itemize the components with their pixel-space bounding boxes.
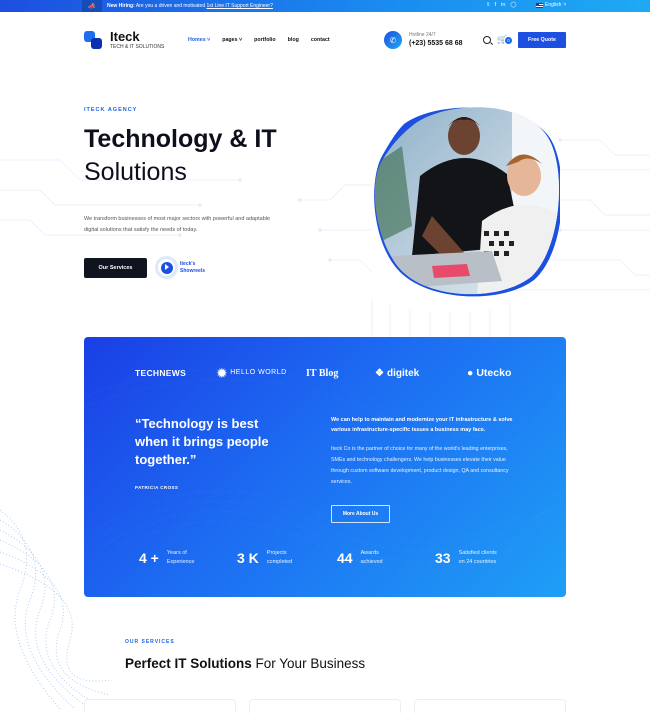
showreel-link[interactable]: Iteck's Showreels [180, 261, 220, 275]
stat-clients: 33 Satisfied clients on 24 countries [435, 549, 497, 567]
chevron-down-icon: ˅ [563, 2, 567, 8]
more-about-us-button[interactable]: More About Us [331, 505, 390, 523]
testimonial-quote: “Technology is best when it brings peopl… [135, 416, 269, 467]
hiring-label: New Hiring: [107, 3, 135, 9]
hiring-link[interactable]: 1st Line IT Support Engineer? [207, 3, 273, 9]
hero-title: Technology & IT [84, 125, 277, 153]
services-title: Perfect IT Solutions For Your Business [125, 656, 366, 671]
about-body: Iteck Co is the partner of choice for ma… [331, 446, 509, 485]
instagram-icon[interactable]: ◯ [510, 2, 516, 8]
showreel-line1: Iteck's [180, 261, 196, 267]
language-label: English [545, 2, 562, 8]
partner-logo-utecko[interactable]: ● Utecko [467, 365, 511, 381]
stat-label: Awards achieved [360, 550, 383, 565]
facebook-icon[interactable]: f [495, 2, 497, 8]
hotline-number[interactable]: (+23) 5535 68 68 [409, 40, 463, 47]
hiring-text: Are you a driven and motivated [135, 3, 206, 9]
about-card: TECHNEWS ✹ HELLO WORLD IT Blog ❖ digitek ●… [84, 337, 566, 597]
stat-years: 4 + Years of Experience [139, 549, 194, 567]
stat-number: 3 K [237, 550, 259, 566]
stat-number: 33 [435, 550, 451, 566]
language-selector[interactable]: English ˅ [536, 2, 566, 8]
sun-icon: ✹ [216, 365, 229, 381]
stat-number: 4 + [139, 550, 159, 566]
top-bar: 📣 New Hiring: Are you a driven and motiv… [0, 0, 650, 12]
partner-logos: TECHNEWS ✹ HELLO WORLD IT Blog ❖ digitek ●… [84, 365, 566, 385]
phone-icon[interactable]: ✆ [384, 31, 402, 49]
nav-item-homes[interactable]: Homes ˅ [188, 37, 210, 43]
free-quote-button[interactable]: Free Quote [518, 32, 566, 48]
digitek-mark-icon: ❖ [375, 367, 384, 379]
hero-team-photo [374, 107, 560, 297]
twitter-icon[interactable]: 𝕥 [487, 2, 490, 8]
quote-author: PATRICIA CROSS [135, 485, 179, 490]
hero-description: We transform businesses of most major se… [84, 216, 271, 233]
nav-item-portfolio[interactable]: portfolio [254, 37, 275, 43]
stat-label: Years of Experience [166, 550, 195, 565]
dotted-wave-decoration [0, 509, 110, 709]
partner-logo-itblog[interactable]: IT Blog [306, 365, 338, 381]
social-links: 𝕥 f in ◯ [487, 2, 517, 8]
stat-projects: 3 K Projects completed [237, 549, 292, 567]
logo-name[interactable]: Iteck [110, 29, 140, 44]
stat-number: 44 [337, 550, 353, 566]
stat-awards: 44 Awards achieved [337, 549, 383, 567]
cart-count-badge: 0 [505, 37, 512, 44]
nav-item-blog[interactable]: blog [288, 37, 299, 43]
play-icon[interactable] [158, 259, 175, 276]
service-card[interactable] [249, 699, 401, 713]
service-card[interactable] [84, 699, 236, 713]
megaphone-icon: 📣 [82, 0, 102, 12]
partner-logo-technews[interactable]: TECHNEWS [135, 365, 186, 381]
showreel-line2: Showreels [180, 268, 206, 274]
us-flag-icon [536, 2, 543, 8]
services-eyebrow: OUR SERVICES [125, 639, 175, 645]
stat-label: Satisfied clients on 24 countries [458, 550, 497, 565]
main-nav: Homes ˅ pages ˅ portfolio blog contact [188, 37, 330, 43]
search-icon[interactable] [483, 36, 491, 44]
hero-eyebrow: ITECK AGENCY [84, 107, 138, 113]
about-lead: We can help to maintain and modernize yo… [331, 417, 513, 433]
logo-icon[interactable] [84, 31, 102, 49]
service-card[interactable] [414, 699, 566, 713]
our-services-button[interactable]: Our Services [84, 258, 147, 278]
nav-item-pages[interactable]: pages ˅ [222, 37, 242, 43]
linkedin-icon[interactable]: in [501, 2, 505, 8]
partner-logo-digitek[interactable]: ❖ digitek [375, 365, 419, 381]
utecko-mark-icon: ● [467, 367, 474, 379]
logo-tagline: TECH & IT SOLUTIONS [110, 44, 165, 50]
partner-logo-helloworld[interactable]: ✹ HELLO WORLD [216, 365, 286, 381]
hero-subtitle: Solutions [84, 158, 187, 186]
hiring-notice: New Hiring: Are you a driven and motivat… [107, 3, 273, 9]
nav-item-contact[interactable]: contact [311, 37, 330, 43]
stat-label: Projects completed [266, 550, 293, 565]
hotline-label: Hotline 24/7 [409, 32, 436, 38]
